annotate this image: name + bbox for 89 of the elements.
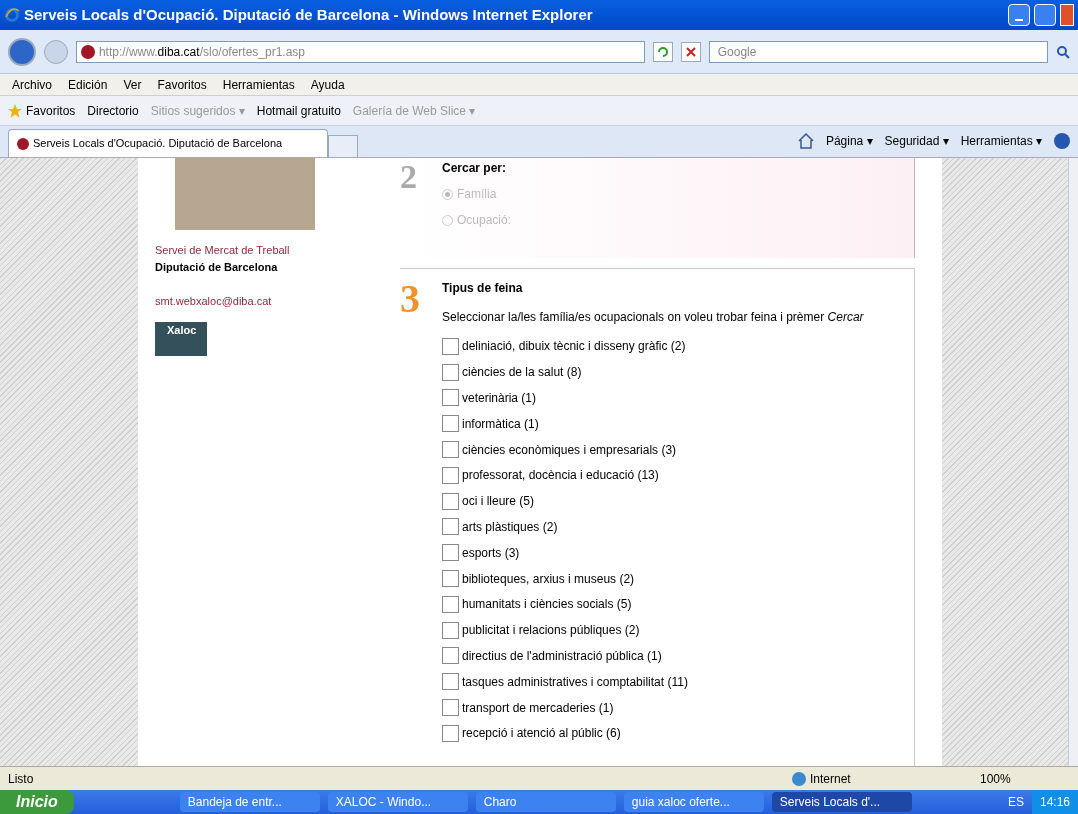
checkbox[interactable] — [442, 441, 459, 459]
star-icon — [8, 103, 22, 118]
window-title: Serveis Locals d'Ocupació. Diputació de Barcelona - Windows Internet Explorer — [24, 4, 594, 25]
help-icon[interactable] — [1054, 133, 1070, 149]
checkbox[interactable] — [442, 595, 459, 613]
maximize-button[interactable] — [1034, 4, 1056, 26]
forward-button[interactable] — [43, 39, 68, 64]
checkbox-label: oci i lleure (5) — [462, 493, 535, 511]
checkbox[interactable] — [442, 389, 459, 407]
new-tab-button[interactable] — [328, 135, 358, 157]
checkbox-label: arts plàstiques (2) — [462, 518, 558, 536]
back-button[interactable] — [8, 37, 36, 66]
menu-item[interactable]: Ayuda — [310, 75, 345, 94]
status-text: Listo — [8, 770, 35, 788]
address-field[interactable]: http://www.diba.cat/slo/ofertes_pr1.asp — [75, 40, 645, 63]
checkbox-label: publicitat i relacions públiques (2) — [462, 622, 640, 640]
menu-item[interactable]: Ver — [123, 75, 142, 94]
refresh-icon — [656, 45, 669, 58]
checkbox[interactable] — [442, 337, 459, 355]
taskbar-item[interactable]: guia xaloc oferte... — [623, 792, 764, 812]
checkbox[interactable] — [442, 699, 459, 717]
checkbox[interactable] — [442, 544, 459, 562]
taskbar-item[interactable]: Serveis Locals d'... — [771, 792, 912, 812]
checkbox-label: veterinària (1) — [462, 390, 537, 407]
checkbox[interactable] — [442, 647, 459, 665]
browser-tab[interactable]: Serveis Locals d'Ocupació. Diputació de Barcelona — [8, 129, 328, 157]
command-button[interactable]: Página ▾ — [825, 132, 873, 150]
checkbox-label: deliniació, dibuix tècnic i disseny gràfic (2) — [462, 338, 686, 356]
taskbar-item[interactable]: XALOC - Windo... — [327, 792, 468, 812]
radio-label: Ocupació: — [457, 212, 512, 229]
logo: Xaloc — [155, 321, 207, 356]
checkbox-label: transport de mercaderies (1) — [462, 699, 614, 717]
command-button[interactable]: Herramientas ▾ — [960, 132, 1042, 150]
site-icon — [80, 44, 95, 59]
zoom-level[interactable]: 100% — [980, 769, 1070, 788]
org-subtitle: Diputació de Barcelona — [155, 259, 279, 275]
checkbox[interactable] — [442, 724, 459, 742]
org-name: Servei de Mercat de Treball — [155, 243, 291, 258]
start-button[interactable]: Inicio — [0, 790, 74, 814]
checkbox-label: biblioteques, arxius i museus (2) — [462, 570, 635, 588]
home-icon[interactable] — [797, 133, 814, 149]
instruction-text: Seleccionar la/les família/es ocupacionals on voleu trobar feina i prèmer Cercar — [442, 309, 865, 325]
menu-item[interactable]: Favoritos — [157, 75, 207, 94]
checkbox-label: ciències econòmiques i empresarials (3) — [462, 441, 677, 459]
search-field[interactable]: Google — [708, 40, 1049, 63]
checkbox-label: ciències de la salut (8) — [462, 364, 582, 382]
favorites-button[interactable]: Favoritos — [8, 101, 76, 120]
globe-icon — [792, 771, 806, 786]
menu-item[interactable]: Archivo — [12, 75, 52, 94]
menu-item[interactable]: Herramientas — [222, 75, 295, 94]
checkbox-label: informàtica (1) — [462, 415, 539, 433]
site-icon — [17, 137, 29, 150]
checkbox[interactable] — [442, 466, 459, 484]
checkbox[interactable] — [442, 363, 459, 381]
checkbox[interactable] — [442, 570, 459, 588]
checkbox[interactable] — [442, 673, 459, 691]
checkbox-label: esports (3) — [462, 544, 520, 562]
checkbox[interactable] — [442, 518, 459, 536]
language-indicator[interactable]: ES — [1007, 793, 1024, 811]
refresh-button[interactable] — [652, 41, 673, 62]
checkbox-label: tasques administratives i comptabilitat (11) — [462, 673, 688, 691]
close-icon — [685, 46, 696, 57]
checkbox-label: humanitats i ciències socials (5) — [462, 596, 632, 614]
zone-indicator: Internet — [810, 770, 851, 788]
browser-icon — [4, 7, 20, 23]
search-icon[interactable] — [1056, 44, 1070, 59]
scrollbar[interactable] — [1068, 158, 1078, 766]
stop-button[interactable] — [680, 41, 701, 62]
step-number: 2 — [400, 160, 418, 197]
radio-label: Família — [457, 186, 497, 203]
command-button[interactable]: Seguridad ▾ — [884, 132, 949, 150]
favorites-link[interactable]: Directorio — [87, 101, 139, 120]
taskbar-item[interactable]: Charo — [475, 792, 616, 812]
checkbox[interactable] — [442, 492, 459, 510]
close-button[interactable] — [1060, 4, 1074, 26]
step-number: 3 — [400, 279, 421, 323]
checkbox[interactable] — [442, 415, 459, 433]
checkbox-label: recepció i atenció al públic (6) — [462, 725, 621, 743]
minimize-button[interactable] — [1008, 4, 1030, 26]
checkbox-label: directius de l'administració pública (1) — [462, 647, 662, 665]
section-title: Cercar per: — [442, 160, 508, 177]
email-link[interactable]: smt.webxaloc@diba.cat — [155, 293, 400, 310]
taskbar-item[interactable]: Bandeja de entr... — [179, 792, 320, 812]
menu-item[interactable]: Edición — [68, 75, 108, 94]
checkbox-label: professorat, docència i educació (13) — [462, 467, 659, 485]
favorites-link[interactable]: Hotmail gratuito — [256, 101, 341, 120]
section-title: Tipus de feina — [442, 280, 524, 297]
checkbox[interactable] — [442, 621, 459, 639]
clock: 14:16 — [1031, 790, 1078, 814]
